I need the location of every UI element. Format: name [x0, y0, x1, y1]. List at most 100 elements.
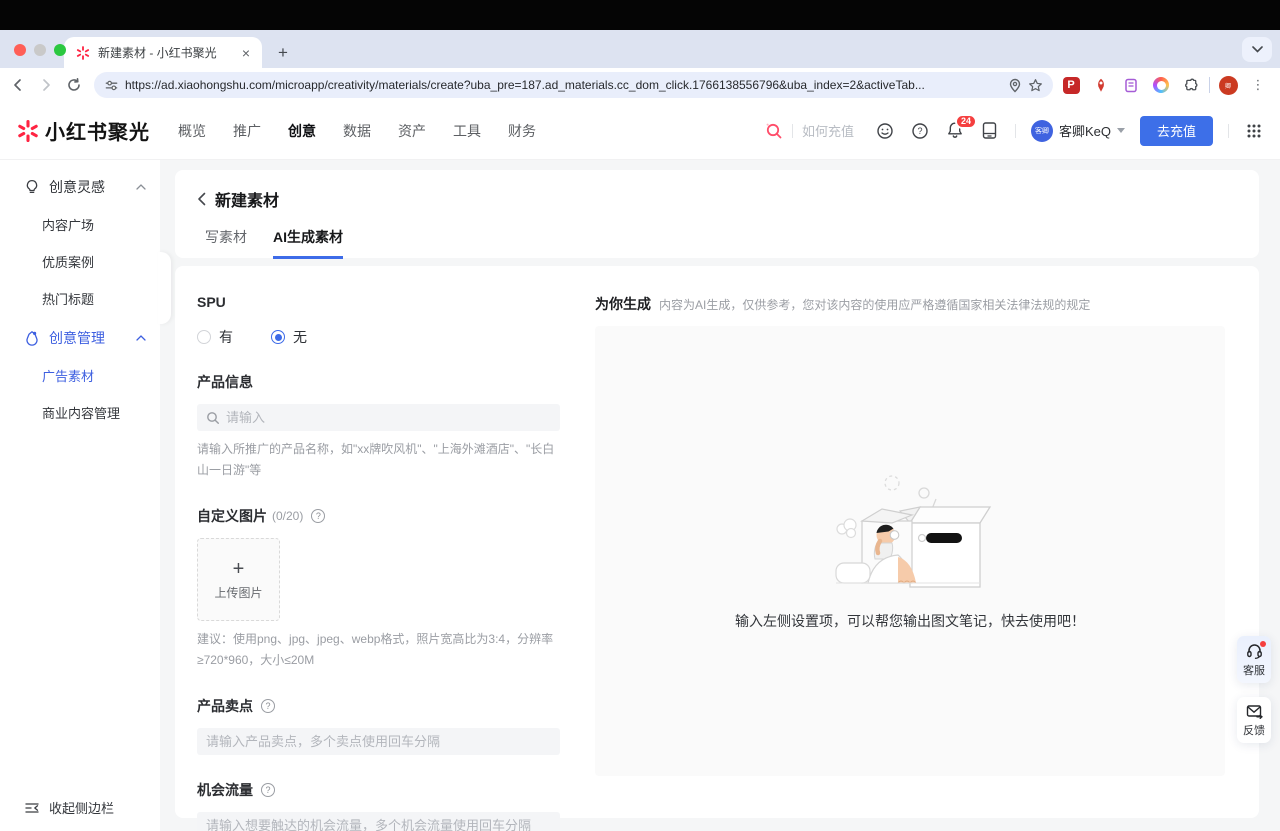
window-controls	[14, 44, 66, 56]
help-icon[interactable]: ?	[910, 121, 930, 141]
forward-nav-icon[interactable]	[38, 77, 60, 93]
spu-radio-no[interactable]: 无	[271, 327, 307, 347]
upload-image-button[interactable]: + 上传图片	[197, 538, 280, 621]
radio-checked-icon	[271, 330, 285, 344]
tab-write-material[interactable]: 写素材	[205, 227, 247, 259]
screen: 新建素材 - 小红书聚光 × + https://ad.xiaohongshu.…	[0, 0, 1280, 831]
custom-image-help-icon[interactable]: ?	[311, 509, 325, 523]
feedback-button[interactable]: 反馈	[1237, 697, 1271, 743]
tab-search-chevron-icon[interactable]	[1242, 37, 1272, 62]
browser-tab[interactable]: 新建素材 - 小红书聚光 ×	[64, 37, 262, 68]
nav-right: 如何充值 ? 24 客卿 客卿KeQ 去充值	[765, 116, 1264, 146]
site-privacy-icon[interactable]	[104, 78, 119, 93]
browser-tab-strip: 新建素材 - 小红书聚光 × +	[0, 30, 1280, 68]
bookmark-star-icon[interactable]	[1028, 78, 1043, 93]
toolbar-separator	[1209, 77, 1210, 93]
menu-item-data[interactable]: 数据	[343, 121, 371, 141]
menu-item-assets[interactable]: 资产	[398, 121, 426, 141]
product-info-field[interactable]	[197, 404, 560, 431]
browser-menu-icon[interactable]: ⋮	[1246, 77, 1270, 93]
menu-item-creative[interactable]: 创意	[288, 121, 316, 141]
extensions-puzzle-icon[interactable]	[1179, 78, 1203, 93]
brand-logo[interactable]: 小红书聚光	[16, 116, 150, 145]
product-info-input[interactable]	[226, 410, 551, 425]
sidebar-group-inspiration[interactable]: 创意灵感	[0, 168, 160, 206]
upload-label: 上传图片	[214, 584, 262, 601]
editor-card: SPU 有 无 产品信息	[175, 266, 1259, 818]
extension-p-icon[interactable]: P	[1059, 77, 1083, 94]
tab-ai-material[interactable]: AI生成素材	[273, 227, 343, 259]
radio-unchecked-icon	[197, 330, 211, 344]
traffic-help-icon[interactable]: ?	[261, 783, 275, 797]
tab-close-icon[interactable]: ×	[238, 45, 254, 61]
notification-badge: 24	[955, 114, 977, 129]
preview-area: 为你生成 内容为AI生成，仅供参考，您对该内容的使用应严格遵循国家相关法律法规的…	[595, 294, 1225, 796]
menu-item-overview[interactable]: 概览	[178, 121, 206, 141]
lightbulb-icon	[24, 179, 40, 195]
extension-color-ring-icon[interactable]	[1149, 77, 1173, 93]
extension-rocket-icon[interactable]	[1089, 78, 1113, 93]
sidebar-item-content-plaza[interactable]: 内容广场	[0, 206, 160, 243]
traffic-field[interactable]	[197, 812, 560, 831]
browser-profile-avatar[interactable]: 卿	[1216, 76, 1240, 95]
url-bar[interactable]: https://ad.xiaohongshu.com/microapp/crea…	[94, 72, 1053, 98]
close-window-button[interactable]	[14, 44, 26, 56]
empty-state-illustration	[824, 471, 996, 593]
selling-point-input[interactable]	[206, 734, 551, 749]
app-top-nav: 小红书聚光 概览 推广 创意 数据 资产 工具 财务 如何充值 ?	[0, 102, 1280, 160]
mobile-preview-icon[interactable]	[980, 121, 1000, 141]
apps-grid-icon[interactable]	[1244, 121, 1264, 141]
menu-item-finance[interactable]: 财务	[508, 121, 536, 141]
sidebar-item-ad-materials[interactable]: 广告素材	[0, 357, 160, 394]
browser-toolbar: https://ad.xiaohongshu.com/microapp/crea…	[0, 68, 1280, 102]
collapse-sidebar-button[interactable]: 收起侧边栏	[24, 798, 114, 817]
menu-item-tools[interactable]: 工具	[453, 121, 481, 141]
zoom-window-button[interactable]	[54, 44, 66, 56]
traffic-input[interactable]	[206, 818, 551, 831]
ai-disclaimer: 内容为AI生成，仅供参考，您对该内容的使用应严格遵循国家相关法律法规的规定	[659, 296, 1090, 313]
page-title: 新建素材	[215, 187, 279, 211]
customer-service-button[interactable]: 客服	[1237, 636, 1271, 683]
sidebar-item-quality-cases[interactable]: 优质案例	[0, 243, 160, 280]
recharge-button[interactable]: 去充值	[1140, 116, 1213, 146]
upload-hint: 建议：使用png、jpg、jpeg、webp格式，照片宽高比为3:4，分辨率≥7…	[197, 629, 560, 671]
notification-bell-icon[interactable]: 24	[945, 121, 965, 141]
preview-title: 为你生成	[595, 294, 651, 314]
customer-service-label: 客服	[1243, 662, 1265, 678]
back-chevron-icon[interactable]	[197, 192, 206, 206]
headset-icon	[1246, 643, 1263, 659]
spu-radio-yes[interactable]: 有	[197, 327, 233, 347]
macos-menubar	[0, 0, 1280, 30]
product-info-hint: 请输入所推广的产品名称，如"xx牌吹风机"、"上海外滩酒店"、"长白山一日游"等	[197, 439, 560, 481]
extension-notes-icon[interactable]	[1119, 78, 1143, 93]
selling-point-field[interactable]	[197, 728, 560, 755]
search-icon	[765, 122, 783, 140]
sidebar-resize-handle[interactable]	[158, 252, 171, 324]
p-glyph: P	[1063, 77, 1080, 94]
back-nav-icon[interactable]	[10, 77, 32, 93]
smiley-icon[interactable]	[875, 121, 895, 141]
new-tab-button[interactable]: +	[278, 44, 288, 61]
sidebar-item-hot-titles[interactable]: 热门标题	[0, 280, 160, 317]
minimize-window-button[interactable]	[34, 44, 46, 56]
user-menu[interactable]: 客卿 客卿KeQ	[1031, 120, 1125, 142]
nav-search[interactable]: 如何充值	[765, 121, 854, 140]
user-name: 客卿KeQ	[1059, 121, 1111, 140]
workspace: 创意灵感 内容广场 优质案例 热门标题 创意管理 广告素材 商业内容管理	[0, 160, 1280, 831]
search-placeholder[interactable]: 如何充值	[802, 121, 854, 140]
collapse-sidebar-icon	[24, 801, 40, 815]
menu-item-promotion[interactable]: 推广	[233, 121, 261, 141]
location-pin-icon[interactable]	[1008, 78, 1022, 93]
page-header-card: 新建素材 写素材 AI生成素材	[175, 170, 1259, 258]
sidebar-group-creative-manage[interactable]: 创意管理	[0, 319, 160, 357]
reload-icon[interactable]	[66, 77, 88, 93]
sidebar-item-business-content[interactable]: 商业内容管理	[0, 394, 160, 431]
spu-radio-yes-label: 有	[219, 327, 233, 347]
selling-point-help-icon[interactable]: ?	[261, 699, 275, 713]
svg-text:?: ?	[917, 126, 922, 136]
url-text[interactable]: https://ad.xiaohongshu.com/microapp/crea…	[125, 78, 1002, 92]
plus-icon: +	[233, 559, 245, 579]
chevron-down-icon	[1117, 128, 1125, 133]
nav-separator-1	[1015, 124, 1016, 138]
nav-separator-2	[1228, 124, 1229, 138]
